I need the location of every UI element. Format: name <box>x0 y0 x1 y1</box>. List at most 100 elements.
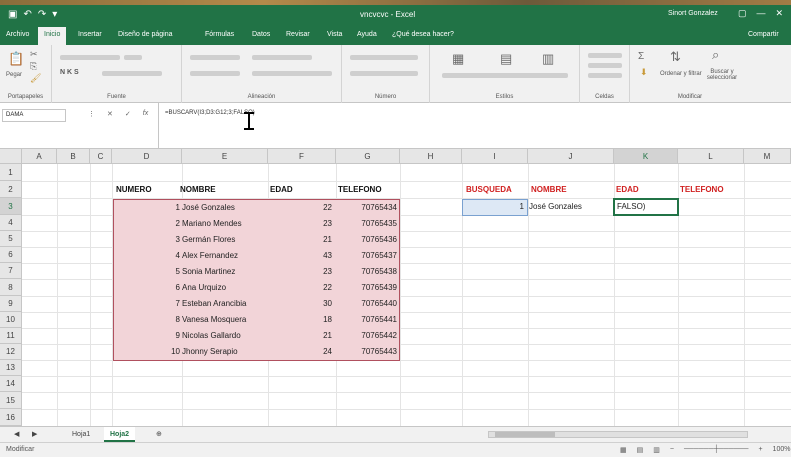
minimize-icon[interactable]: — <box>757 8 766 19</box>
cell-edad[interactable]: 21 <box>268 232 332 248</box>
row-header-1[interactable]: 1 <box>0 164 22 181</box>
cut-icon[interactable]: ✂ <box>30 49 38 60</box>
row-header-12[interactable]: 12 <box>0 344 22 360</box>
cell-nombre[interactable]: Nicolas Gallardo <box>182 328 241 344</box>
header-lookup-edad[interactable]: EDAD <box>616 182 639 198</box>
column-header-g[interactable]: G <box>336 149 400 164</box>
save-icon[interactable]: ▣ <box>8 9 17 20</box>
zoom-out-icon[interactable]: − <box>670 446 674 454</box>
number-format-dropdown[interactable] <box>350 55 418 60</box>
column-header-e[interactable]: E <box>182 149 268 164</box>
page-layout-icon[interactable]: ▤ <box>637 446 644 454</box>
cell-edad[interactable]: 22 <box>268 280 332 296</box>
redo-icon[interactable]: ↷ <box>38 9 46 20</box>
sheet-tab-hoja1[interactable]: Hoja1 <box>66 427 96 442</box>
cell-nombre[interactable]: Esteban Arancibia <box>182 296 247 312</box>
cell-nombre[interactable]: Germán Flores <box>182 232 235 248</box>
cell-nombre[interactable]: Vanesa Mosquera <box>182 312 246 328</box>
cell-telefono[interactable]: 70765437 <box>336 248 397 264</box>
cell-nombre[interactable]: Jhonny Serapio <box>182 344 238 360</box>
column-header-m[interactable]: M <box>744 149 791 164</box>
cell-numero[interactable]: 4 <box>114 248 180 264</box>
fill-icon[interactable]: ⬇ <box>640 67 648 78</box>
header-edad[interactable]: EDAD <box>270 182 293 198</box>
cell-numero[interactable]: 6 <box>114 280 180 296</box>
add-sheet-icon[interactable]: ⊕ <box>150 427 168 442</box>
font-size-dropdown[interactable] <box>124 55 142 60</box>
cancel-icon[interactable]: ✕ <box>107 110 113 118</box>
tab-revisar[interactable]: Revisar <box>286 31 310 38</box>
delete-cells-button[interactable] <box>588 63 622 68</box>
column-header-f[interactable]: F <box>268 149 336 164</box>
column-header-j[interactable]: J <box>528 149 614 164</box>
undo-icon[interactable]: ↶ <box>23 9 31 20</box>
cell-edad[interactable]: 23 <box>268 216 332 232</box>
row-header-16[interactable]: 16 <box>0 409 22 426</box>
cell-numero[interactable]: 9 <box>114 328 180 344</box>
cell-telefono[interactable]: 70765440 <box>336 296 397 312</box>
name-box[interactable]: DAMA <box>2 109 66 122</box>
find-select-icon[interactable]: ⌕ <box>712 47 719 63</box>
horizontal-scrollbar[interactable] <box>488 431 748 438</box>
cell-numero[interactable]: 5 <box>114 264 180 280</box>
column-header-a[interactable]: A <box>22 149 57 164</box>
cell-edad[interactable]: 30 <box>268 296 332 312</box>
column-header-h[interactable]: H <box>400 149 462 164</box>
column-header-i[interactable]: I <box>462 149 528 164</box>
header-telefono[interactable]: TELEFONO <box>338 182 382 198</box>
cell-edad[interactable]: 18 <box>268 312 332 328</box>
header-lookup-telefono[interactable]: TELEFONO <box>680 182 724 198</box>
zoom-slider[interactable]: ──────┼────── <box>684 446 748 454</box>
tab-inicio[interactable]: Inicio <box>38 27 67 45</box>
cell-telefono[interactable]: 70765439 <box>336 280 397 296</box>
cell-telefono[interactable]: 70765442 <box>336 328 397 344</box>
paste-label[interactable]: Pegar <box>6 72 22 78</box>
row-header-9[interactable]: 9 <box>0 296 22 312</box>
scrollbar-thumb[interactable] <box>495 432 555 437</box>
column-header-b[interactable]: B <box>57 149 90 164</box>
tab-datos[interactable]: Datos <box>252 31 270 38</box>
cell-nombre[interactable]: José Gonzales <box>182 200 235 216</box>
row-header-11[interactable]: 11 <box>0 328 22 344</box>
borders-fill-controls[interactable] <box>102 71 162 76</box>
bold-icon[interactable]: N K S <box>60 69 79 76</box>
row-header-8[interactable]: 8 <box>0 279 22 296</box>
format-cells-button[interactable] <box>588 73 622 78</box>
cell-telefono[interactable]: 70765434 <box>336 200 397 216</box>
column-header-k[interactable]: K <box>614 149 678 164</box>
busqueda-value[interactable]: 1 <box>466 199 524 215</box>
insert-cells-button[interactable] <box>588 53 622 58</box>
cell-nombre[interactable]: Alex Fernandez <box>182 248 238 264</box>
cell-styles-icon[interactable]: ▥ <box>542 51 554 67</box>
column-header-d[interactable]: D <box>112 149 182 164</box>
font-name-dropdown[interactable] <box>60 55 120 60</box>
cell-numero[interactable]: 7 <box>114 296 180 312</box>
cell-numero[interactable]: 8 <box>114 312 180 328</box>
cell-nombre[interactable]: Ana Urquizo <box>182 280 226 296</box>
format-painter-icon[interactable]: 🖌 <box>30 73 41 84</box>
column-header-l[interactable]: L <box>678 149 744 164</box>
row-header-13[interactable]: 13 <box>0 360 22 376</box>
tab-insertar[interactable]: Insertar <box>78 31 102 38</box>
cell-telefono[interactable]: 70765436 <box>336 232 397 248</box>
row-header-6[interactable]: 6 <box>0 247 22 263</box>
header-busqueda[interactable]: BUSQUEDA <box>466 182 512 198</box>
cell-nombre[interactable]: Mariano Mendes <box>182 216 242 232</box>
user-name[interactable]: Sinort Gonzalez <box>668 10 718 17</box>
zoom-level[interactable]: 100% <box>773 446 791 454</box>
row-header-5[interactable]: 5 <box>0 231 22 247</box>
enter-icon[interactable]: ✓ <box>125 110 131 118</box>
number-format-buttons[interactable] <box>350 71 418 76</box>
wrap-text-button[interactable] <box>252 55 312 60</box>
cell-edad[interactable]: 21 <box>268 328 332 344</box>
sheet-tab-hoja2[interactable]: Hoja2 <box>104 427 136 442</box>
restore-icon[interactable]: ▢ <box>738 8 747 19</box>
row-header-3[interactable]: 3 <box>0 198 22 215</box>
close-icon[interactable]: ✕ <box>776 8 784 19</box>
select-all-corner[interactable] <box>0 149 22 164</box>
page-break-icon[interactable]: ▥ <box>653 446 660 454</box>
customize-icon[interactable]: ▾ <box>52 9 57 20</box>
cell-nombre[interactable]: Sonia Martinez <box>182 264 235 280</box>
zoom-in-icon[interactable]: + <box>758 446 762 454</box>
column-header-c[interactable]: C <box>90 149 112 164</box>
